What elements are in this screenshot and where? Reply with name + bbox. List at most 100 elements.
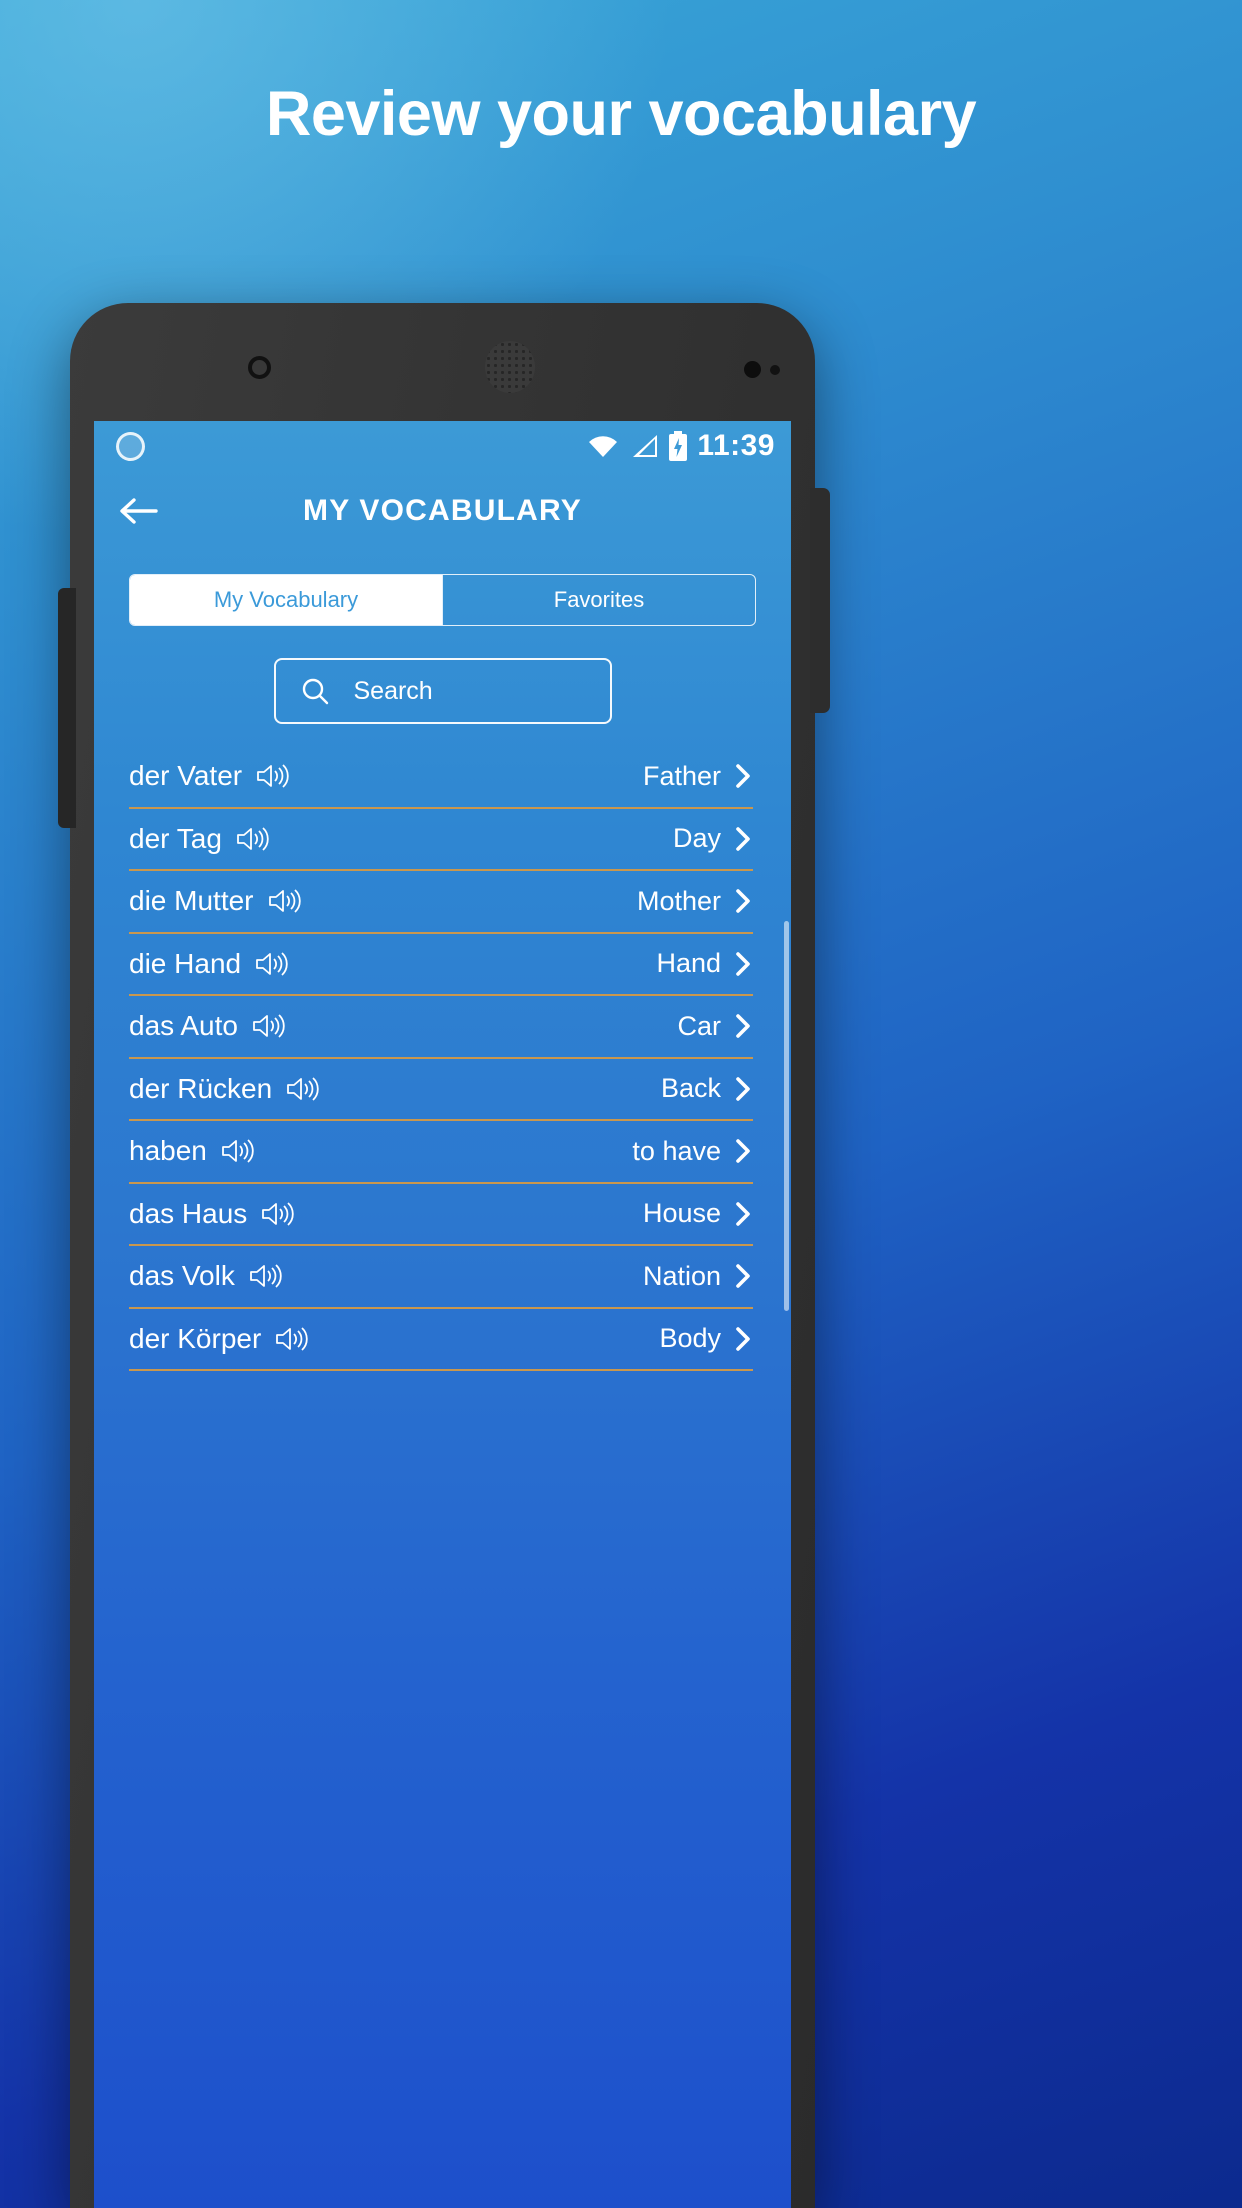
chevron-right-icon[interactable] bbox=[733, 950, 753, 978]
speaker-icon[interactable] bbox=[248, 1262, 282, 1290]
speaker-icon[interactable] bbox=[235, 825, 269, 853]
chevron-right-icon[interactable] bbox=[733, 1012, 753, 1040]
list-item-term-group: das Volk bbox=[129, 1260, 282, 1292]
battery-charging-icon bbox=[668, 431, 688, 461]
vocab-translation: Nation bbox=[642, 1260, 721, 1291]
phone-mockup: 11:39 MY VOCABULARY My Vocabulary Favori… bbox=[58, 303, 1172, 2208]
vocabulary-list: der Vater Father der Tag Day die Mutter … bbox=[94, 746, 791, 1371]
list-item-translation-group: Nation bbox=[643, 1261, 753, 1292]
app-bar: MY VOCABULARY bbox=[94, 471, 791, 551]
chevron-right-icon[interactable] bbox=[733, 887, 753, 915]
list-item-translation-group: Back bbox=[661, 1073, 753, 1104]
vocab-translation: to have bbox=[632, 1135, 721, 1166]
list-item-term-group: die Mutter bbox=[129, 885, 301, 917]
chevron-right-icon[interactable] bbox=[733, 1200, 753, 1228]
list-item[interactable]: der Vater Father bbox=[94, 746, 791, 807]
vocab-translation: Hand bbox=[656, 948, 721, 979]
vocab-term: die Hand bbox=[129, 947, 242, 979]
chevron-right-icon[interactable] bbox=[733, 1137, 753, 1165]
speaker-icon[interactable] bbox=[220, 1137, 254, 1165]
proximity-sensor-icon bbox=[248, 356, 271, 379]
list-item[interactable]: der Körper Body bbox=[94, 1309, 791, 1370]
list-item-term-group: der Rücken bbox=[129, 1073, 319, 1105]
speaker-icon[interactable] bbox=[274, 1325, 308, 1353]
search-input[interactable]: Search bbox=[273, 658, 612, 724]
status-bar: 11:39 bbox=[94, 421, 791, 471]
vocab-translation: Mother bbox=[636, 885, 721, 916]
vocab-term: das Haus bbox=[129, 1197, 248, 1229]
tab-bar: My Vocabulary Favorites bbox=[129, 574, 756, 626]
vocab-translation: House bbox=[642, 1198, 721, 1229]
back-arrow-icon[interactable] bbox=[118, 496, 158, 526]
wifi-icon bbox=[586, 433, 620, 459]
list-item-translation-group: Car bbox=[677, 1011, 753, 1042]
search-icon bbox=[300, 676, 330, 706]
list-item-term-group: das Haus bbox=[129, 1198, 294, 1230]
speaker-icon[interactable] bbox=[260, 1200, 294, 1228]
search-placeholder: Search bbox=[353, 676, 433, 705]
list-item-translation-group: Body bbox=[659, 1323, 753, 1354]
list-item-translation-group: to have bbox=[632, 1136, 753, 1167]
page-title: MY VOCABULARY bbox=[303, 494, 582, 527]
status-bar-clock: 11:39 bbox=[697, 429, 775, 462]
signal-icon bbox=[629, 433, 659, 459]
chevron-right-icon[interactable] bbox=[733, 1325, 753, 1353]
list-divider bbox=[129, 1369, 753, 1371]
status-bar-left bbox=[116, 431, 145, 461]
list-item-translation-group: House bbox=[643, 1198, 753, 1229]
speaker-icon[interactable] bbox=[254, 950, 288, 978]
list-item-translation-group: Day bbox=[673, 823, 753, 854]
vocab-term: der Körper bbox=[129, 1322, 262, 1354]
front-camera-icon bbox=[744, 361, 761, 378]
sync-circle-icon bbox=[116, 431, 145, 461]
vocab-term: der Rücken bbox=[129, 1072, 273, 1104]
speaker-icon[interactable] bbox=[267, 887, 301, 915]
vocab-term: haben bbox=[129, 1135, 207, 1167]
vocab-translation: Back bbox=[660, 1073, 721, 1104]
list-item-translation-group: Mother bbox=[637, 886, 753, 917]
phone-side-button-right bbox=[810, 488, 830, 713]
tab-my-vocabulary[interactable]: My Vocabulary bbox=[130, 575, 442, 625]
list-item-translation-group: Hand bbox=[656, 948, 753, 979]
chevron-right-icon[interactable] bbox=[733, 1262, 753, 1290]
phone-side-button-left bbox=[58, 588, 76, 828]
vocab-term: das Auto bbox=[129, 1010, 238, 1042]
list-item[interactable]: die Mutter Mother bbox=[94, 871, 791, 932]
speaker-icon[interactable] bbox=[251, 1012, 285, 1040]
tab-favorites[interactable]: Favorites bbox=[443, 575, 755, 625]
vocab-translation: Father bbox=[642, 760, 721, 791]
vocab-translation: Car bbox=[677, 1010, 721, 1041]
list-item[interactable]: das Haus House bbox=[94, 1184, 791, 1245]
status-bar-right: 11:39 bbox=[586, 429, 775, 463]
tab-favorites-label: Favorites bbox=[553, 587, 645, 612]
chevron-right-icon[interactable] bbox=[733, 762, 753, 790]
vocab-term: die Mutter bbox=[129, 885, 254, 917]
list-item-term-group: das Auto bbox=[129, 1010, 285, 1042]
vocab-translation: Body bbox=[659, 1323, 721, 1354]
search-area: Search bbox=[94, 658, 791, 724]
list-item-term-group: der Tag bbox=[129, 823, 269, 855]
list-item[interactable]: das Auto Car bbox=[94, 996, 791, 1057]
light-sensor-icon bbox=[770, 365, 780, 375]
list-item-term-group: haben bbox=[129, 1135, 254, 1167]
list-scrollbar[interactable] bbox=[784, 921, 789, 1311]
vocab-term: der Tag bbox=[129, 822, 222, 854]
chevron-right-icon[interactable] bbox=[733, 1075, 753, 1103]
list-item[interactable]: das Volk Nation bbox=[94, 1246, 791, 1307]
earpiece-speaker-icon bbox=[485, 341, 535, 393]
phone-screen: 11:39 MY VOCABULARY My Vocabulary Favori… bbox=[94, 421, 791, 2208]
speaker-icon[interactable] bbox=[255, 762, 289, 790]
list-item-term-group: der Körper bbox=[129, 1323, 308, 1355]
list-item[interactable]: der Rücken Back bbox=[94, 1059, 791, 1120]
tab-my-vocabulary-label: My Vocabulary bbox=[213, 587, 359, 612]
list-item[interactable]: haben to have bbox=[94, 1121, 791, 1182]
vocab-translation: Day bbox=[672, 823, 721, 854]
vocab-term: der Vater bbox=[129, 760, 243, 792]
list-item-term-group: der Vater bbox=[129, 760, 289, 792]
list-item-term-group: die Hand bbox=[129, 948, 288, 980]
list-item-translation-group: Father bbox=[643, 761, 753, 792]
list-item[interactable]: die Hand Hand bbox=[94, 934, 791, 995]
chevron-right-icon[interactable] bbox=[733, 825, 753, 853]
speaker-icon[interactable] bbox=[285, 1075, 319, 1103]
list-item[interactable]: der Tag Day bbox=[94, 809, 791, 870]
